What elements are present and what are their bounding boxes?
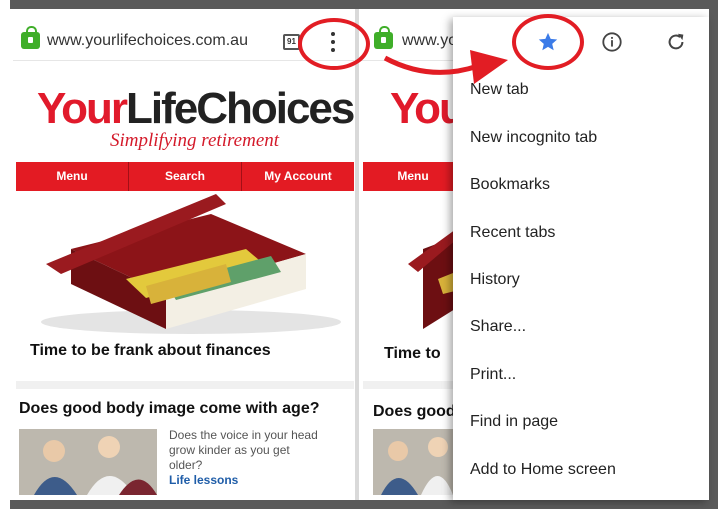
annotation-arrow bbox=[383, 50, 508, 84]
